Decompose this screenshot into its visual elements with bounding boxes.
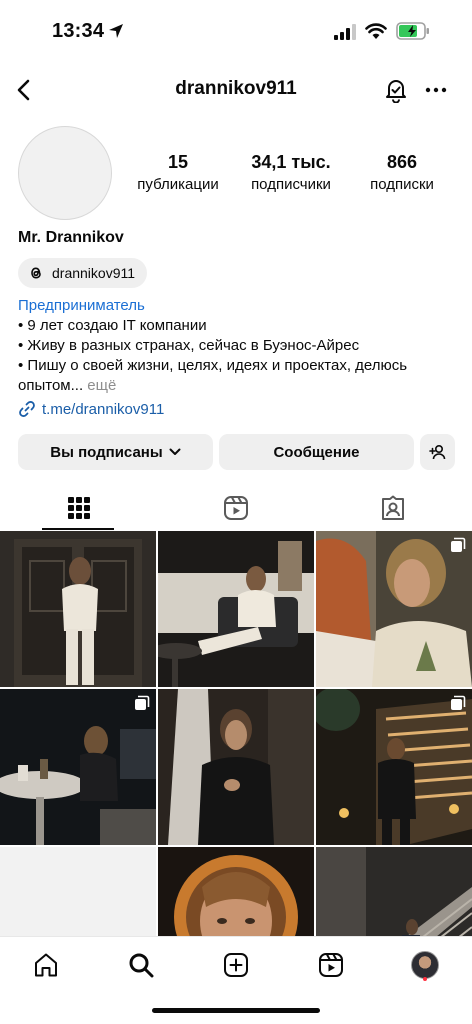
notification-dot <box>423 977 427 981</box>
bio: Предприниматель • 9 лет создаю IT компан… <box>18 296 458 396</box>
stat-label: публикации <box>137 176 219 193</box>
post-placeholder <box>0 847 156 936</box>
nav-home[interactable] <box>26 945 66 985</box>
post-thumbnail[interactable] <box>158 531 314 687</box>
grid-icon <box>67 497 90 519</box>
post-image <box>158 847 314 936</box>
post-image <box>158 689 314 845</box>
wifi-icon <box>365 23 387 39</box>
stat-number: 866 <box>386 152 418 172</box>
create-icon <box>224 953 248 977</box>
post-thumbnail[interactable] <box>316 689 472 845</box>
post-thumbnail[interactable] <box>0 689 156 845</box>
posts-grid <box>0 531 472 936</box>
post-image <box>316 531 472 687</box>
add-user-icon <box>428 444 445 460</box>
battery-icon <box>396 22 429 40</box>
more-options-button[interactable] <box>420 74 452 106</box>
bio-category[interactable]: Предприниматель <box>18 296 458 316</box>
post-thumbnail[interactable] <box>158 689 314 845</box>
message-label: Сообщение <box>273 443 360 461</box>
status-bar: 13:34 <box>0 0 472 62</box>
more-dots-icon <box>425 87 447 93</box>
post-thumbnail[interactable] <box>316 847 472 936</box>
cellular-signal-icon <box>334 24 356 40</box>
profile-header: drannikov911 <box>0 66 472 114</box>
carousel-icon <box>451 537 466 552</box>
message-button[interactable]: Сообщение <box>219 434 414 470</box>
threads-badge[interactable]: drannikov911 <box>18 258 148 288</box>
status-time: 13:34 <box>52 20 105 42</box>
suggested-users-button[interactable] <box>420 434 455 470</box>
nav-reels[interactable] <box>311 945 351 985</box>
tagged-icon <box>381 495 404 520</box>
following-button[interactable]: Вы подписаны <box>18 434 213 470</box>
home-indicator <box>152 1008 320 1013</box>
profile-avatar-icon <box>411 951 439 979</box>
threads-icon <box>31 267 41 279</box>
post-image <box>158 531 314 687</box>
following-label: Вы подписаны <box>50 443 163 461</box>
notifications-button[interactable] <box>380 74 412 106</box>
display-name: Mr. Drannikov <box>18 229 124 246</box>
carousel-icon <box>135 695 150 710</box>
tab-tagged[interactable] <box>314 486 471 530</box>
link-icon <box>19 401 35 417</box>
home-icon <box>35 953 57 977</box>
bio-external-link[interactable]: t.me/drannikov911 <box>18 400 164 418</box>
post-image <box>316 689 472 845</box>
active-tab-indicator <box>42 528 114 530</box>
bio-line: • 9 лет создаю IT компании <box>18 317 207 334</box>
post-image <box>316 847 472 936</box>
reels-icon <box>319 953 343 977</box>
bio-line: опытом... <box>18 377 84 394</box>
profile-avatar[interactable] <box>18 126 112 220</box>
nav-create[interactable] <box>216 945 256 985</box>
post-thumbnail[interactable] <box>316 531 472 687</box>
tab-reels[interactable] <box>157 486 314 530</box>
post-thumbnail[interactable] <box>158 847 314 936</box>
bio-line: • Пишу о своей жизни, целях, идеях и про… <box>18 357 408 374</box>
post-image <box>0 689 156 845</box>
stat-label: подписчики <box>251 176 331 193</box>
posts-count[interactable]: 15 публикации <box>128 152 228 193</box>
stat-number: 34,1 тыс. <box>251 152 331 172</box>
bell-check-icon <box>386 80 406 103</box>
followers-count[interactable]: 34,1 тыс. подписчики <box>238 152 344 193</box>
threads-handle: drannikov911 <box>52 265 136 281</box>
reels-icon <box>223 496 248 520</box>
tab-posts-grid[interactable] <box>0 486 157 530</box>
bio-line: • Живу в разных странах, сейчас в Буэнос… <box>18 337 360 354</box>
link-text: t.me/drannikov911 <box>42 400 165 418</box>
chevron-down-icon <box>169 448 181 455</box>
stat-label: подписки <box>370 176 434 193</box>
following-count[interactable]: 866 подписки <box>358 152 446 193</box>
post-thumbnail[interactable] <box>0 531 156 687</box>
location-arrow-icon <box>109 24 123 38</box>
nav-search[interactable] <box>121 945 161 985</box>
carousel-icon <box>451 695 466 710</box>
stat-number: 15 <box>167 152 189 172</box>
search-icon <box>129 953 154 978</box>
bio-more-link[interactable]: ещё <box>87 377 116 394</box>
profile-tabs <box>0 486 472 530</box>
post-image <box>0 531 156 687</box>
